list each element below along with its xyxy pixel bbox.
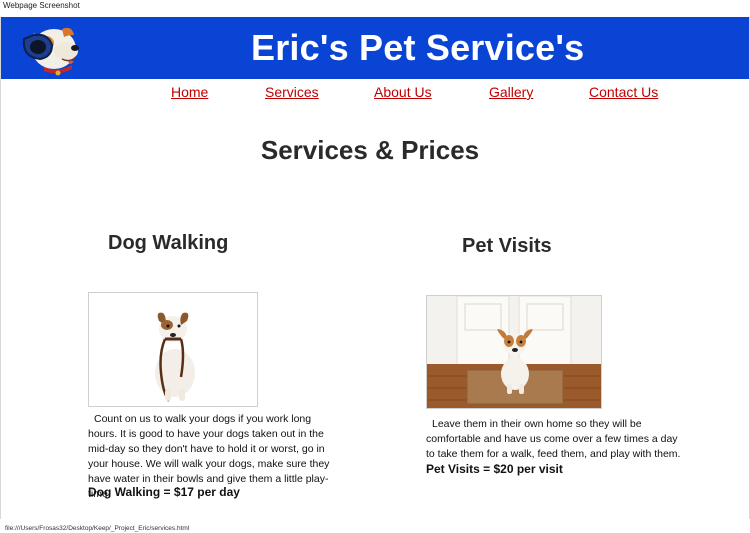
dog-walking-price: Dog Walking = $17 per day: [88, 485, 240, 499]
window-title: Webpage Screenshot: [3, 1, 80, 10]
service-title-dog-walking: Dog Walking: [108, 232, 229, 254]
main-nav: Home Services About Us Gallery Contact U…: [1, 84, 749, 104]
nav-link-about-us[interactable]: About Us: [374, 84, 432, 100]
page-content: Eric's Pet Service's Home Services About…: [0, 17, 750, 519]
service-title-pet-visits: Pet Visits: [462, 235, 552, 257]
pet-visits-description: Leave them in their own home so they wil…: [426, 418, 681, 460]
status-bar-url: file:///Users/Frosas32/Desktop/Keep/_Pro…: [5, 525, 190, 532]
pet-visits-photo: [426, 295, 602, 409]
site-header: Eric's Pet Service's: [1, 17, 749, 79]
pet-visits-price: Pet Visits = $20 per visit: [426, 462, 563, 476]
site-title: Eric's Pet Service's: [251, 27, 585, 68]
dog-walking-photo: [88, 292, 258, 407]
dog-logo-icon: [18, 21, 86, 77]
nav-link-home[interactable]: Home: [171, 84, 208, 100]
nav-link-services[interactable]: Services: [265, 84, 319, 100]
nav-link-gallery[interactable]: Gallery: [489, 84, 533, 100]
page-title: Services & Prices: [260, 135, 480, 165]
nav-link-contact-us[interactable]: Contact Us: [589, 84, 658, 100]
